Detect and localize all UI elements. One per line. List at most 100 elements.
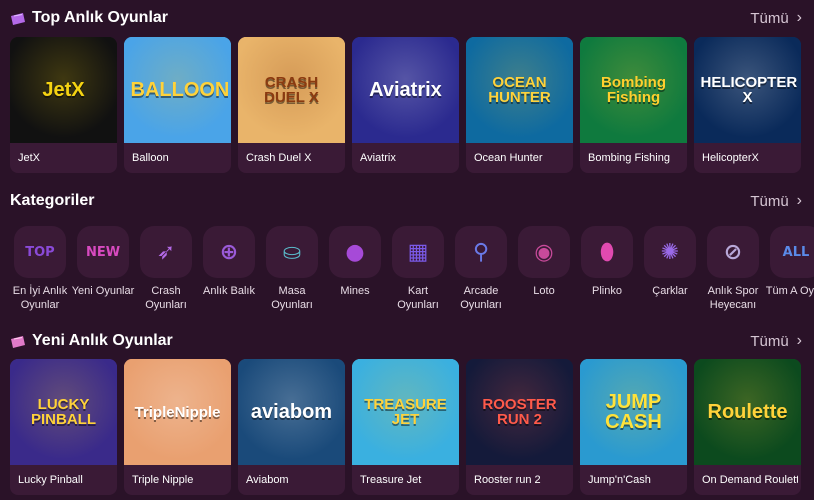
chevron-right-icon: › — [796, 332, 802, 349]
category-label: En İyi Anlık Oyunlar — [12, 285, 68, 311]
category-label: Çarklar — [652, 285, 688, 297]
game-card[interactable]: JUMP CASH Jump'n'Cash — [580, 359, 687, 495]
new-games-header: Yeni Anlık Oyunlar Tümü › — [0, 328, 814, 358]
category-glyph: ⊕ — [219, 239, 239, 265]
game-thumbnail: JetX — [10, 37, 117, 143]
see-all-label: Tümü — [750, 192, 789, 210]
game-name: Ocean Hunter — [474, 152, 543, 164]
game-card[interactable]: JetX JetX — [10, 37, 117, 173]
game-thumbnail: BALLOON — [124, 37, 231, 143]
category-item[interactable]: TOP En İyi Anlık Oyunlar — [13, 226, 67, 312]
game-name: Jump'n'Cash — [588, 474, 651, 486]
category-item[interactable]: ⚲ Arcade Oyunları — [455, 226, 507, 312]
game-name: Aviatrix — [360, 152, 396, 164]
category-glyph: ⊘ — [723, 239, 743, 265]
game-thumbnail: CRASH DUEL X — [238, 37, 345, 143]
see-all-label: Tümü — [750, 9, 789, 27]
game-logo: TREASURE JET — [364, 396, 447, 428]
game-name: JetX — [18, 152, 41, 164]
see-all-link[interactable]: Tümü › — [750, 332, 802, 350]
game-thumbnail: TripleNipple — [124, 359, 231, 465]
game-card[interactable]: LUCKY PINBALL Lucky Pinball — [10, 359, 117, 495]
game-name: Treasure Jet — [360, 474, 422, 486]
categories-row: TOP En İyi Anlık Oyunlar NEW Yeni Oyunlar ➶ C… — [13, 226, 814, 312]
game-name: Rooster run 2 — [474, 474, 541, 486]
wheel-icon: ✺ — [644, 226, 696, 278]
game-thumbnail: JUMP CASH — [580, 359, 687, 465]
category-item[interactable]: ● Mines — [329, 226, 381, 312]
see-all-label: Tümü — [750, 332, 789, 350]
game-logo: TripleNipple — [134, 403, 221, 421]
game-thumbnail: Aviatrix — [352, 37, 459, 143]
category-label: Tüm A Oyun — [765, 285, 814, 297]
category-item[interactable]: ▦ Kart Oyunları — [392, 226, 444, 312]
new-games-row: LUCKY PINBALL Lucky Pinball TripleNipple Tr… — [10, 359, 801, 495]
categories-header: Kategoriler Tümü › — [0, 188, 814, 218]
section-title: Yeni Anlık Oyunlar — [32, 332, 173, 349]
section-title: Kategoriler — [10, 192, 95, 209]
game-card[interactable]: OCEAN HUNTER Ocean Hunter — [466, 37, 573, 173]
category-glyph: ⛀ — [282, 239, 302, 265]
game-card[interactable]: aviabom Aviabom — [238, 359, 345, 495]
see-all-link[interactable]: Tümü › — [750, 9, 802, 27]
game-logo: Roulette — [707, 401, 788, 423]
category-item[interactable]: NEW Yeni Oyunlar — [72, 226, 134, 312]
game-name: Crash Duel X — [246, 152, 312, 164]
category-glyph: ⚲ — [472, 239, 490, 265]
cards-icon: ▦ — [392, 226, 444, 278]
game-logo: aviabom — [250, 401, 333, 423]
chevron-right-icon: › — [796, 9, 802, 26]
category-glyph: ➶ — [156, 239, 176, 265]
category-label: Loto — [533, 285, 555, 297]
game-thumbnail: TREASURE JET — [352, 359, 459, 465]
game-logo: Aviatrix — [369, 79, 442, 101]
category-glyph: TOP — [25, 244, 55, 260]
top-badge-icon: TOP — [14, 226, 66, 278]
game-thumbnail: LUCKY PINBALL — [10, 359, 117, 465]
category-item[interactable]: ➶ Crash Oyunları — [140, 226, 192, 312]
game-logo: BALLOON — [130, 79, 230, 101]
game-name: Triple Nipple — [132, 474, 194, 486]
game-card[interactable]: HELICOPTER X HelicopterX — [694, 37, 801, 173]
category-label: Anlık Spor Heyecanı — [707, 285, 759, 311]
game-thumbnail: Roulette — [694, 359, 801, 465]
category-glyph: ◉ — [534, 239, 554, 265]
game-card[interactable]: BALLOON Balloon — [124, 37, 231, 173]
bomb-icon: ● — [329, 226, 381, 278]
category-item[interactable]: ✺ Çarklar — [644, 226, 696, 312]
game-logo: Bombing Fishing — [601, 74, 666, 106]
game-card[interactable]: CRASH DUEL X Crash Duel X — [238, 37, 345, 173]
see-all-link[interactable]: Tümü › — [750, 192, 802, 210]
category-item[interactable]: ⊕ Anlık Balık — [203, 226, 255, 312]
plinko-icon: ⬮ — [581, 226, 633, 278]
game-logo: HELICOPTER X — [700, 74, 798, 106]
category-label: Plinko — [592, 285, 622, 297]
category-item[interactable]: ⊘ Anlık Spor Heyecanı — [707, 226, 759, 312]
top-games-row: JetX JetX BALLOON Balloon CRASH DUEL X Crash … — [10, 37, 801, 173]
game-card[interactable]: Aviatrix Aviatrix — [352, 37, 459, 173]
category-glyph: ▦ — [407, 239, 429, 265]
category-item[interactable]: ⬮ Plinko — [581, 226, 633, 312]
game-name: Bombing Fishing — [588, 152, 670, 164]
category-item[interactable]: ◉ Loto — [518, 226, 570, 312]
category-item[interactable]: ⛀ Masa Oyunları — [266, 226, 318, 312]
category-item[interactable]: ALL Tüm A Oyun — [766, 226, 814, 312]
category-glyph: NEW — [85, 244, 121, 260]
category-label: Anlık Balık — [203, 285, 255, 297]
game-card[interactable]: ROOSTER RUN 2 Rooster run 2 — [466, 359, 573, 495]
game-card[interactable]: TripleNipple Triple Nipple — [124, 359, 231, 495]
category-label: Kart Oyunları — [397, 285, 439, 311]
table-game-icon: ⛀ — [266, 226, 318, 278]
game-name: HelicopterX — [702, 152, 759, 164]
game-logo: OCEAN HUNTER — [488, 74, 551, 106]
game-card[interactable]: Bombing Fishing Bombing Fishing — [580, 37, 687, 173]
game-logo: LUCKY PINBALL — [31, 396, 96, 428]
category-glyph: ⬮ — [600, 239, 614, 265]
category-glyph: ALL — [782, 244, 810, 260]
game-card[interactable]: TREASURE JET Treasure Jet — [352, 359, 459, 495]
game-card[interactable]: Roulette On Demand Roulette — [694, 359, 801, 495]
game-logo: JUMP CASH — [605, 391, 662, 433]
new-badge-icon: NEW — [77, 226, 129, 278]
rocket-icon: ➶ — [140, 226, 192, 278]
category-label: Masa Oyunları — [271, 285, 313, 311]
